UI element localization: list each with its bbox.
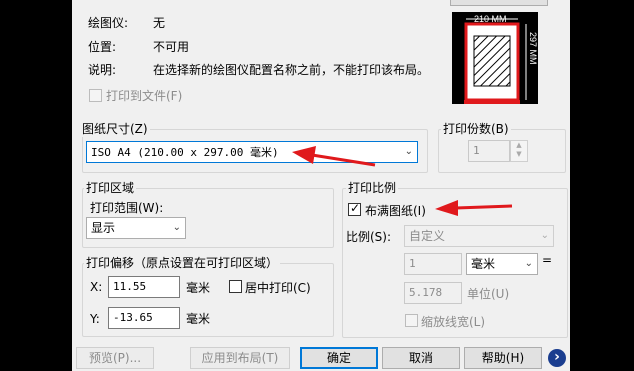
annotation-arrow-fit-to-paper — [435, 200, 513, 216]
annotation-arrows — [292, 146, 513, 216]
page-setup-dialog: 绘图仪: 无 位置: 不可用 说明: 在选择新的绘图仪配置名称之前，不能打印该布… — [0, 0, 634, 371]
right-black-border — [570, 0, 634, 371]
annotation-arrow-paper-size — [292, 146, 376, 167]
left-black-border — [0, 0, 72, 371]
